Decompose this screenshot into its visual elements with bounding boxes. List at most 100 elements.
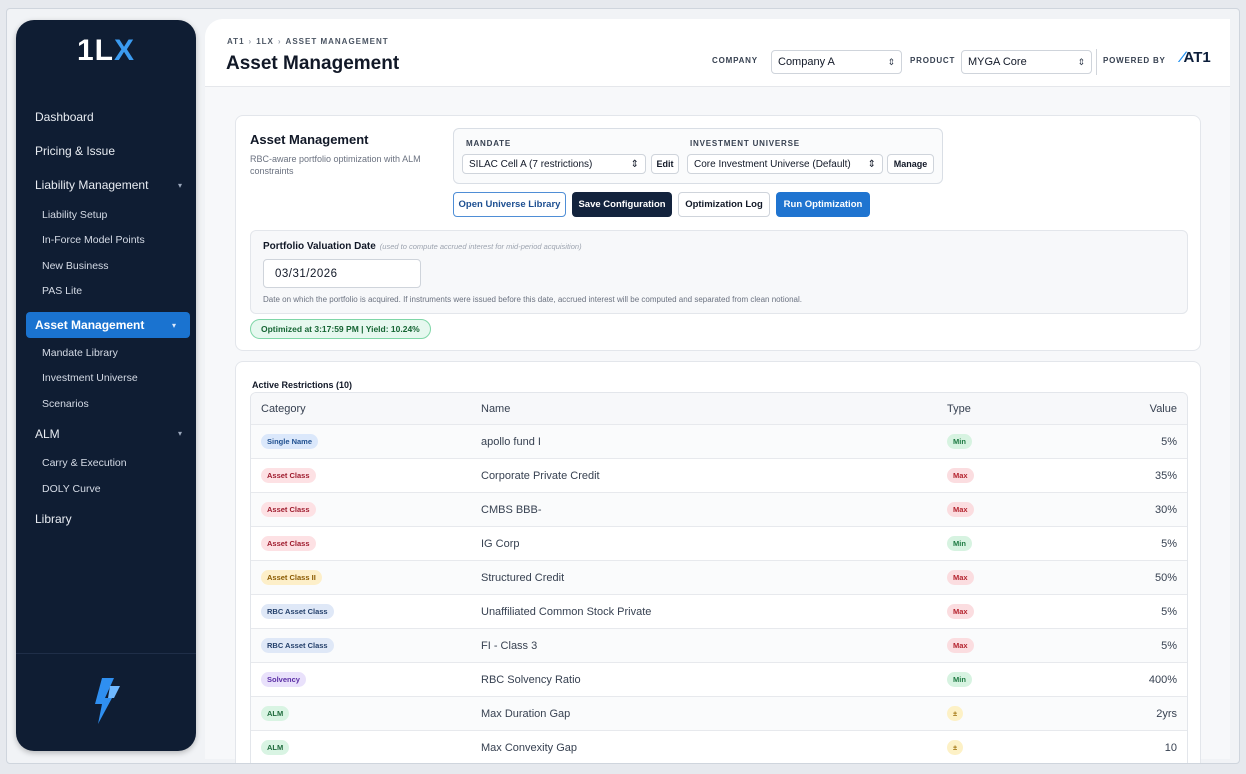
category-cell: Solvency [261,663,306,696]
table-row[interactable]: Asset Class Corporate Private Credit Max… [251,459,1187,493]
category-cell: Asset Class [261,493,316,526]
open-universe-library-button[interactable]: Open Universe Library [453,192,566,217]
category-cell: RBC Asset Class [261,629,334,662]
sidebar-item-label: Carry & Execution [42,457,127,470]
table-row[interactable]: Single Name apollo fund I Min 5% [251,425,1187,459]
sidebar-item-scenarios[interactable]: Scenarios [16,391,196,417]
sidebar-item-label: PAS Lite [42,285,83,298]
sidebar-divider [16,653,196,654]
sidebar-item-label: Asset Management [35,318,145,332]
manage-universe-button[interactable]: Manage [887,154,934,174]
type-badge: Max [947,570,974,585]
sidebar: 1LX Dashboard Pricing & Issue Liability … [16,20,196,751]
mandate-universe-panel: MANDATE SILAC Cell A (7 restrictions) ⇕ E… [453,128,943,184]
company-label: COMPANY [712,56,758,65]
category-badge: Asset Class II [261,570,322,585]
save-configuration-button[interactable]: Save Configuration [572,192,672,217]
mandate-select[interactable]: SILAC Cell A (7 restrictions) ⇕ [462,154,646,174]
sidebar-item-library[interactable]: Library [16,502,196,536]
sidebar-nav: Dashboard Pricing & Issue Liability Mana… [16,100,196,536]
name-cell: RBC Solvency Ratio [481,673,581,686]
table-row[interactable]: Asset Class IG Corp Min 5% [251,527,1187,561]
type-cell: Max [947,493,974,526]
category-cell: Asset Class II [261,561,322,594]
sidebar-item-new-business[interactable]: New Business [16,253,196,279]
value-cell: 5% [1161,537,1177,550]
sidebar-item-pas-lite[interactable]: PAS Lite [16,279,196,305]
table-row[interactable]: Asset Class II Structured Credit Max 50% [251,561,1187,595]
chevron-down-icon: ▾ [177,180,182,190]
breadcrumb-item[interactable]: 1LX [256,37,274,46]
valuation-date-title: Portfolio Valuation Date (used to compute… [263,241,582,252]
sidebar-item-asset-management[interactable]: Asset Management ▾ [26,312,190,338]
type-cell: Max [947,561,974,594]
table-row[interactable]: ALM Max Convexity Gap ± 10 [251,731,1187,763]
sidebar-item-mandate-library[interactable]: Mandate Library [16,340,196,366]
page-header: AT1 › 1LX › ASSET MANAGEMENT Asset Managemen… [205,19,1230,87]
breadcrumb-item: ASSET MANAGEMENT [285,37,389,46]
name-cell: Max Duration Gap [481,707,571,720]
product-select[interactable]: MYGA Core ⇕ [961,50,1092,74]
sidebar-item-carry-execution[interactable]: Carry & Execution [16,451,196,477]
category-cell: Single Name [261,425,319,458]
sidebar-item-label: Pricing & Issue [35,144,116,158]
column-header-name[interactable]: Name [481,393,510,424]
sidebar-item-liability-management[interactable]: Liability Management ▾ [16,168,196,202]
name-cell: apollo fund I [481,435,541,448]
valuation-date-hint: (used to compute accrued interest for mi… [379,242,582,251]
table-row[interactable]: Solvency RBC Solvency Ratio Min 400% [251,663,1187,697]
universe-select[interactable]: Core Investment Universe (Default) ⇕ [687,154,883,174]
sidebar-item-label: Mandate Library [42,346,118,359]
value-cell: 2yrs [1156,707,1177,720]
valuation-date-panel: Portfolio Valuation Date (used to compute… [250,230,1188,314]
optimization-log-button[interactable]: Optimization Log [678,192,770,217]
edit-mandate-button[interactable]: Edit [651,154,679,174]
column-header-type[interactable]: Type [947,393,971,424]
type-badge: Min [947,536,972,551]
sidebar-item-label: Scenarios [42,397,89,410]
section-title: Asset Management [250,132,369,147]
sidebar-item-investment-universe[interactable]: Investment Universe [16,366,196,392]
app-logo[interactable]: 1LX [16,34,196,68]
category-badge: Solvency [261,672,306,687]
type-badge: Max [947,502,974,517]
value-cell: 5% [1161,639,1177,652]
type-cell: Max [947,595,974,628]
sidebar-item-dashboard[interactable]: Dashboard [16,100,196,134]
sidebar-item-liability-setup[interactable]: Liability Setup [16,202,196,228]
name-cell: FI - Class 3 [481,639,538,652]
sidebar-item-doly-curve[interactable]: DOLY Curve [16,476,196,502]
column-header-value[interactable]: Value [1150,393,1177,424]
company-select[interactable]: Company A ⇕ [771,50,902,74]
valuation-date-label: Portfolio Valuation Date [263,241,376,252]
table-row[interactable]: ALM Max Duration Gap ± 2yrs [251,697,1187,731]
sidebar-item-label: New Business [42,259,109,272]
sidebar-item-alm[interactable]: ALM ▾ [16,417,196,451]
powered-by-label: POWERED BY [1103,56,1166,65]
type-badge: Min [947,434,972,449]
table-row[interactable]: RBC Asset Class Unaffiliated Common Stoc… [251,595,1187,629]
breadcrumb-item[interactable]: AT1 [227,37,245,46]
category-cell: RBC Asset Class [261,595,334,628]
main-content: AT1 › 1LX › ASSET MANAGEMENT Asset Managemen… [205,19,1230,763]
table-row[interactable]: Asset Class CMBS BBB- Max 30% [251,493,1187,527]
table-row[interactable]: RBC Asset Class FI - Class 3 Max 5% [251,629,1187,663]
sidebar-item-inforce-model-points[interactable]: In-Force Model Points [16,228,196,254]
value-cell: 50% [1154,571,1177,584]
type-cell: ± [947,697,964,730]
valuation-date-input[interactable]: 03/31/2026 [263,259,421,288]
type-badge: ± [947,740,964,755]
category-cell: ALM [261,697,290,730]
sidebar-item-pricing-issue[interactable]: Pricing & Issue [16,134,196,168]
category-badge: Asset Class [261,536,316,551]
run-optimization-button[interactable]: Run Optimization [776,192,870,217]
category-badge: RBC Asset Class [261,638,334,653]
select-arrows-icon: ⇕ [630,158,639,170]
column-header-category[interactable]: Category [261,393,306,424]
category-badge: ALM [261,740,290,755]
logo-accent: X [114,34,136,67]
configuration-card: Asset Management RBC-aware portfolio opt… [235,115,1201,351]
section-description: RBC-aware portfolio optimization with AL… [250,154,421,176]
table-header-row: Category Name Type Value [251,393,1187,425]
type-badge: Min [947,672,972,687]
